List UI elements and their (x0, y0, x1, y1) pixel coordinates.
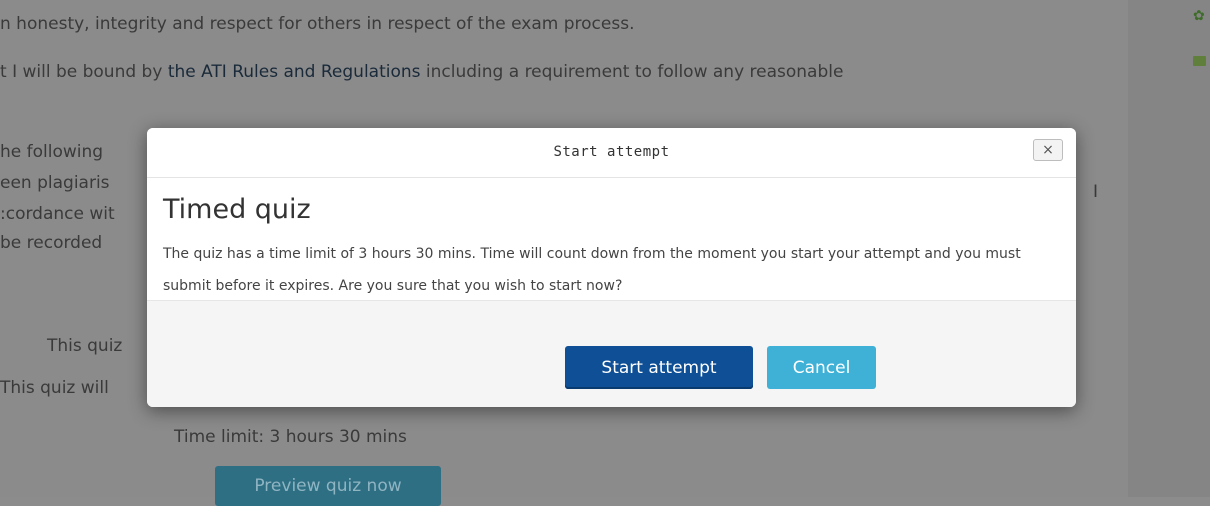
close-icon[interactable]: × (1033, 139, 1063, 161)
dialog-heading: Timed quiz (163, 194, 311, 225)
dialog-body: Timed quiz The quiz has a time limit of … (147, 178, 1076, 300)
start-attempt-button[interactable]: Start attempt (565, 346, 753, 389)
start-attempt-dialog: Start attempt × Timed quiz The quiz has … (147, 128, 1076, 407)
dialog-message: The quiz has a time limit of 3 hours 30 … (163, 246, 1021, 294)
dialog-footer: Start attempt Cancel (147, 300, 1076, 407)
dialog-title: Start attempt (553, 144, 670, 160)
dialog-header: Start attempt × (147, 128, 1076, 178)
cancel-button[interactable]: Cancel (767, 346, 876, 389)
